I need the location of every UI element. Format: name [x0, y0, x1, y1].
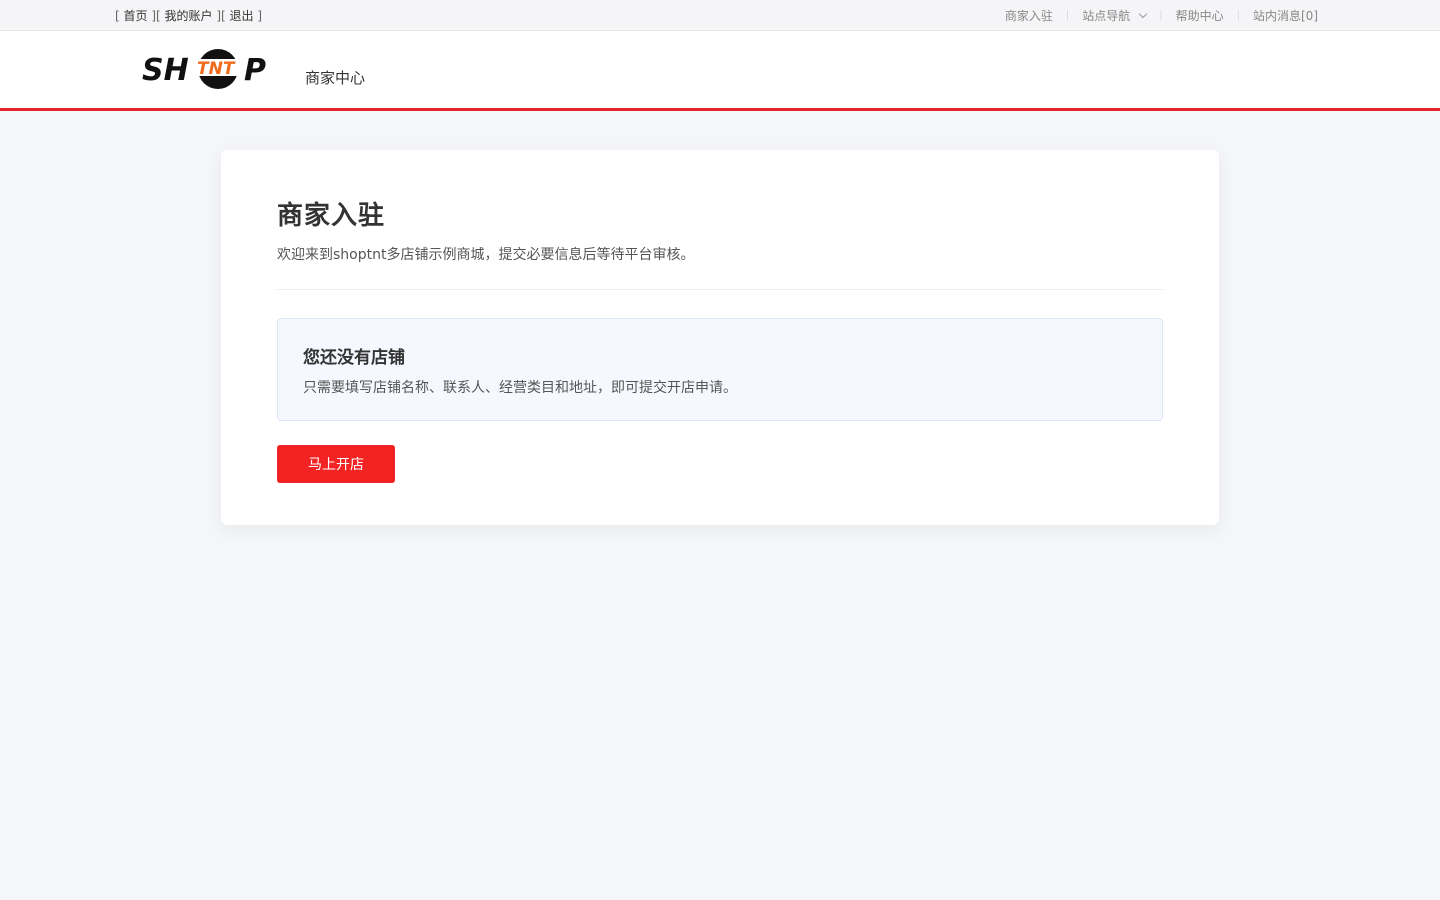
page-title: 商家入驻 — [277, 201, 386, 231]
svg-text:SH: SH — [142, 53, 189, 88]
top-utility-bar: [ 首页 ][ 我的账户 ][ 退出 ] 商家入驻 | 站点导航 | 帮助中心 … — [0, 0, 1440, 31]
merchant-join-link[interactable]: 商家入驻 — [1005, 7, 1053, 24]
notice-title: 您还没有店铺 — [303, 348, 405, 368]
open-store-button[interactable]: 马上开店 — [277, 445, 395, 483]
logout-link[interactable]: 退出 — [230, 9, 254, 23]
divider: | — [1159, 10, 1163, 21]
account-links: [ 首页 ][ 我的账户 ][ 退出 ] — [115, 9, 263, 23]
header-title: 商家中心 — [305, 69, 366, 87]
divider — [277, 289, 1163, 290]
logo[interactable]: SH TNT P — [142, 48, 270, 90]
svg-text:P: P — [244, 53, 266, 88]
notice-text: 只需要填写店铺名称、联系人、经营类目和地址，即可提交开店申请。 — [303, 380, 737, 396]
site-nav-label: 站点导航 — [1082, 9, 1131, 23]
messages-link[interactable]: 站内消息[0] — [1253, 7, 1318, 24]
divider: | — [1065, 10, 1070, 21]
chevron-down-icon — [1138, 9, 1148, 18]
no-store-notice: 您还没有店铺 只需要填写店铺名称、联系人、经营类目和地址，即可提交开店申请。 — [277, 318, 1163, 421]
divider: | — [1236, 10, 1240, 21]
site-nav-dropdown[interactable]: 站点导航 — [1082, 7, 1148, 24]
site-links: 商家入驻 | 站点导航 | 帮助中心 | 站内消息[0] — [1005, 7, 1318, 24]
merchant-join-card: 商家入驻 欢迎来到shoptnt多店铺示例商城，提交必要信息后等待平台审核。 您… — [221, 150, 1219, 525]
svg-text:TNT: TNT — [197, 59, 236, 79]
logo-icon: SH TNT P — [142, 49, 266, 89]
page-subtitle: 欢迎来到shoptnt多店铺示例商城，提交必要信息后等待平台审核。 — [277, 247, 695, 263]
home-link[interactable]: 首页 — [124, 9, 148, 23]
help-center-link[interactable]: 帮助中心 — [1176, 7, 1224, 24]
my-account-link[interactable]: 我的账户 — [165, 9, 213, 23]
header: SH TNT P 商家中心 — [0, 31, 1440, 111]
